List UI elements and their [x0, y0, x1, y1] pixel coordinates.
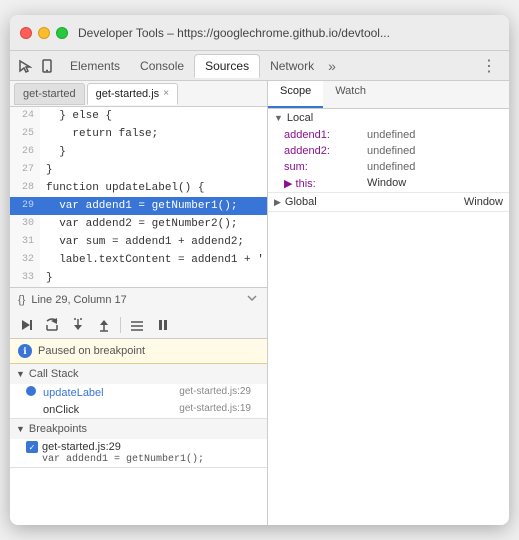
scope-local-header[interactable]: ▼ Local: [268, 109, 509, 127]
left-panel: get-started get-started.js × 24 } else {…: [10, 81, 268, 525]
bottom-left-panel: ℹ Paused on breakpoint ▼ Call Stack upda…: [10, 339, 268, 468]
breakpoint-code: var addend1 = getNumber1();: [26, 454, 251, 465]
tab-network[interactable]: Network: [260, 55, 324, 77]
callstack-item-updatelabel[interactable]: updateLabel get-started.js:29: [10, 384, 267, 401]
scope-group-global: ▶ Global Window: [268, 193, 509, 212]
triangle-down-icon: ▼: [274, 113, 283, 123]
code-line-30: 30 var addend2 = getNumber2();: [10, 215, 267, 233]
callstack-dot-icon: [26, 386, 36, 396]
tab-console[interactable]: Console: [130, 55, 194, 77]
devtools-window: Developer Tools – https://googlechrome.g…: [10, 15, 509, 525]
scope-item-addend1: addend1: undefined: [268, 127, 509, 143]
status-bar: {} Line 29, Column 17: [10, 287, 267, 311]
info-icon: ℹ: [18, 344, 32, 358]
file-tabs: get-started get-started.js ×: [10, 81, 267, 107]
step-out-button[interactable]: [94, 315, 114, 335]
callstack-triangle: ▼: [16, 369, 25, 379]
scope-global-label: Global: [285, 196, 317, 208]
cursor-icon[interactable]: [16, 57, 34, 75]
code-line-25: 25 return false;: [10, 125, 267, 143]
scope-tabs: Scope Watch: [268, 81, 509, 109]
callstack-item-onclick[interactable]: onClick get-started.js:19: [10, 401, 267, 418]
scope-local-label: Local: [287, 112, 313, 124]
code-line-26: 26 }: [10, 143, 267, 161]
triangle-right-icon: ▶: [274, 197, 281, 208]
traffic-lights: [20, 27, 68, 39]
more-tabs-button[interactable]: »: [328, 58, 336, 74]
scope-global-value: Window: [464, 196, 503, 208]
code-line-32: 32 label.textContent = addend1 + ' + ' +…: [10, 251, 267, 269]
step-into-button[interactable]: [68, 315, 88, 335]
pause-text: Paused on breakpoint: [38, 345, 145, 357]
status-right-icon[interactable]: [245, 291, 259, 308]
code-line-33: 33 }: [10, 269, 267, 287]
code-line-27: 27 }: [10, 161, 267, 179]
mobile-icon[interactable]: [38, 57, 56, 75]
debug-toolbar: [10, 311, 267, 339]
close-button[interactable]: [20, 27, 32, 39]
debug-divider: [120, 317, 121, 333]
breakpoints-header[interactable]: ▼ Breakpoints: [10, 419, 267, 439]
maximize-button[interactable]: [56, 27, 68, 39]
pause-banner: ℹ Paused on breakpoint: [10, 339, 267, 364]
call-stack-header[interactable]: ▼ Call Stack: [10, 364, 267, 384]
main-content: get-started get-started.js × 24 } else {…: [10, 81, 509, 525]
code-line-29: 29 var addend1 = getNumber1();: [10, 197, 267, 215]
scope-item-this[interactable]: ▶ this: Window: [268, 175, 509, 192]
code-area[interactable]: 24 } else { 25 return false; 26 } 27 } 2: [10, 107, 267, 287]
bracket-icon: {}: [18, 294, 25, 306]
scope-global-header[interactable]: ▶ Global Window: [268, 193, 509, 211]
breakpoints-triangle: ▼: [16, 424, 25, 434]
minimize-button[interactable]: [38, 27, 50, 39]
step-over-button[interactable]: [42, 315, 62, 335]
file-tab-getstarted-js[interactable]: get-started.js ×: [87, 83, 178, 105]
code-line-28: 28 function updateLabel() {: [10, 179, 267, 197]
right-panel: Scope Watch ▼ Local addend1: undefined a…: [268, 81, 509, 525]
scope-item-addend2: addend2: undefined: [268, 143, 509, 159]
status-position: Line 29, Column 17: [31, 294, 126, 306]
call-stack-section: ▼ Call Stack updateLabel get-started.js:…: [10, 364, 267, 419]
pause-on-exception-button[interactable]: [153, 315, 173, 335]
file-tab-close[interactable]: ×: [163, 88, 169, 99]
scope-group-local: ▼ Local addend1: undefined addend2: unde…: [268, 109, 509, 193]
code-line-31: 31 var sum = addend1 + addend2;: [10, 233, 267, 251]
breakpoints-section: ▼ Breakpoints ✓ get-started.js:29 var ad…: [10, 419, 267, 468]
main-tabs-row: Elements Console Sources Network » ⋮: [10, 51, 509, 81]
window-title: Developer Tools – https://googlechrome.g…: [78, 26, 499, 40]
tab-menu-button[interactable]: ⋮: [475, 56, 503, 76]
file-tab-getstarted[interactable]: get-started: [14, 83, 85, 105]
code-line-24: 24 } else {: [10, 107, 267, 125]
tab-sources[interactable]: Sources: [194, 54, 260, 78]
tab-watch[interactable]: Watch: [323, 81, 378, 108]
breakpoint-checkbox[interactable]: ✓: [26, 441, 38, 453]
titlebar: Developer Tools – https://googlechrome.g…: [10, 15, 509, 51]
resume-button[interactable]: [16, 315, 36, 335]
deactivate-button[interactable]: [127, 315, 147, 335]
scope-content: ▼ Local addend1: undefined addend2: unde…: [268, 109, 509, 525]
tab-scope[interactable]: Scope: [268, 81, 323, 108]
tab-elements[interactable]: Elements: [60, 55, 130, 77]
breakpoint-item-1: ✓ get-started.js:29 var addend1 = getNum…: [10, 439, 267, 467]
scope-item-sum: sum: undefined: [268, 159, 509, 175]
breakpoint-label: get-started.js:29: [42, 441, 121, 453]
